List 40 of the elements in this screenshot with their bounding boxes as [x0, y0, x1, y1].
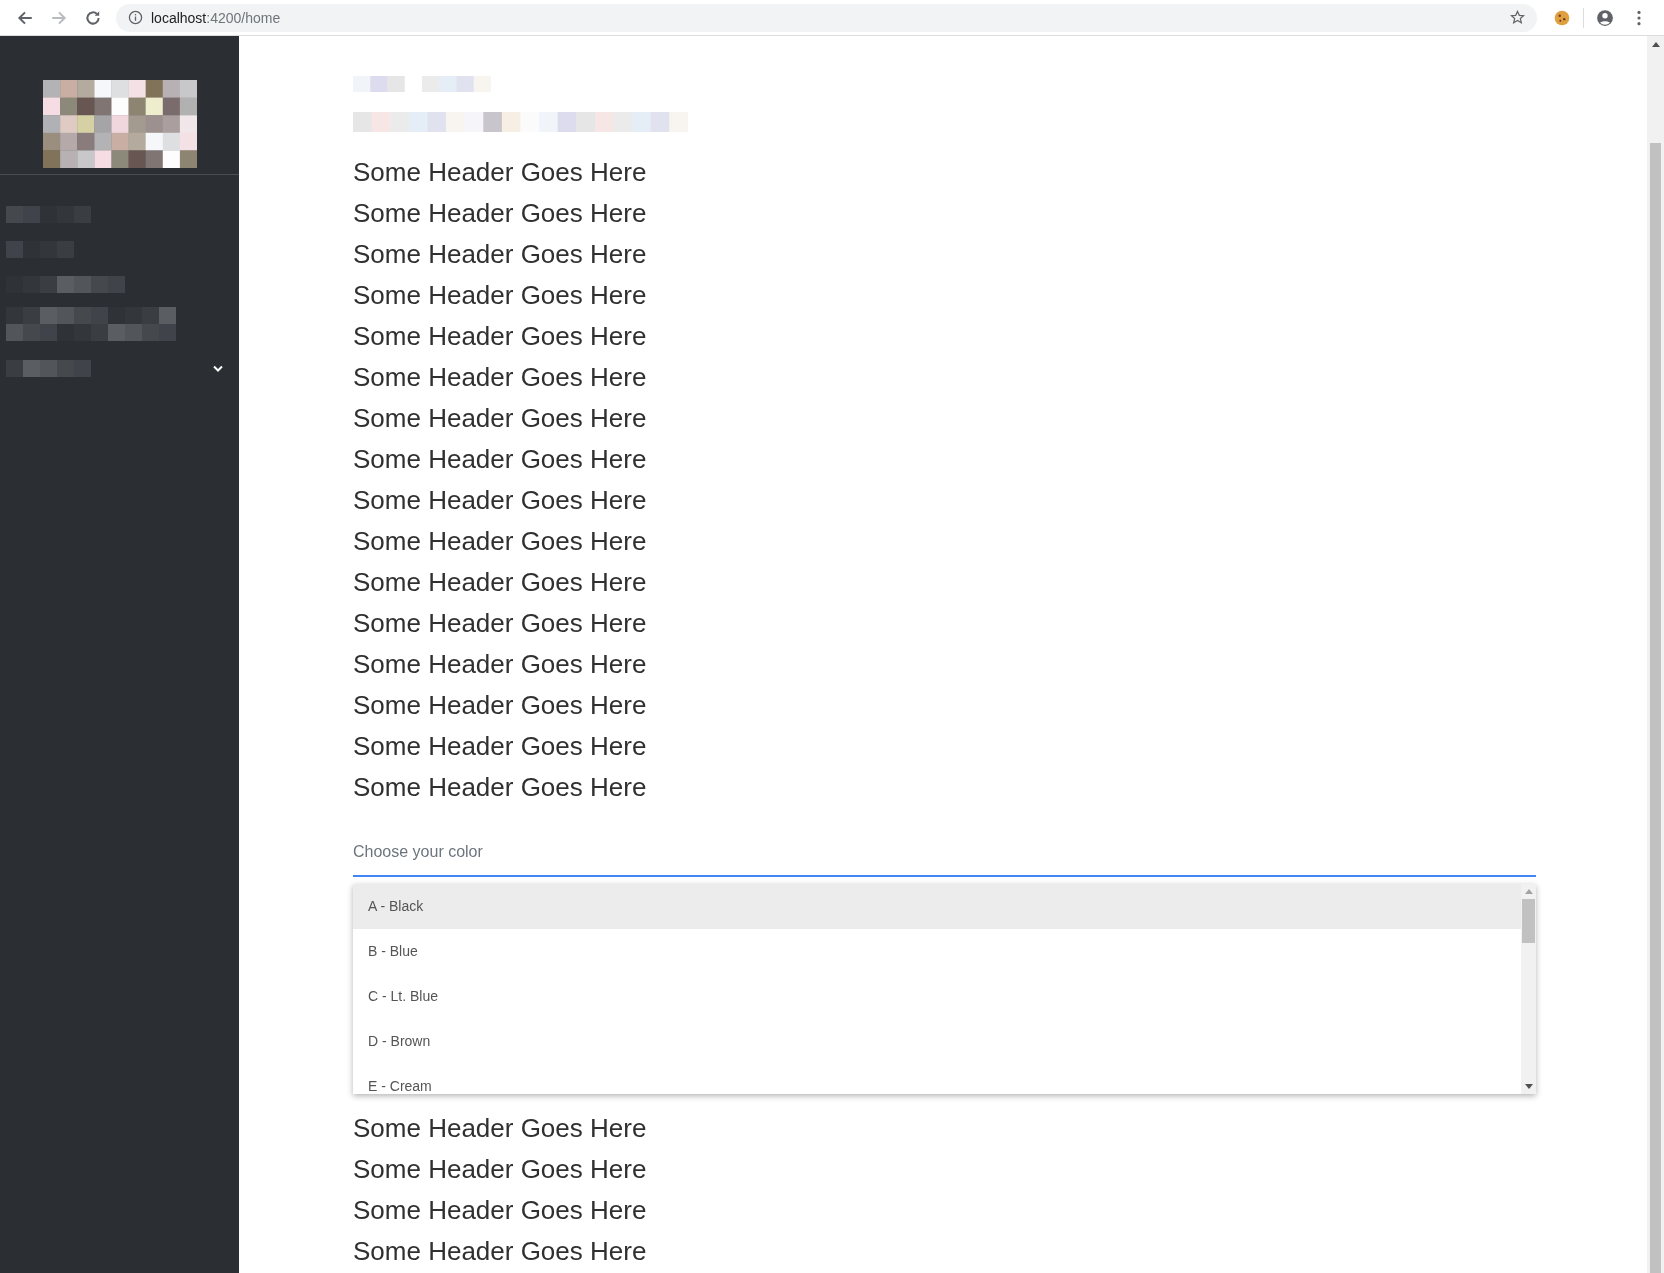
- header-text: Some Header Goes Here: [353, 402, 647, 435]
- account-icon[interactable]: [1596, 8, 1614, 27]
- chevron-down-icon[interactable]: [213, 365, 223, 372]
- cookie-icon[interactable]: [1553, 8, 1571, 27]
- info-icon[interactable]: [128, 10, 143, 25]
- header-text: Some Header Goes Here: [353, 648, 647, 681]
- header-text: Some Header Goes Here: [353, 689, 647, 722]
- star-icon[interactable]: [1510, 10, 1525, 25]
- scrollbar-thumb[interactable]: [1650, 143, 1661, 1273]
- header-text: Some Header Goes Here: [353, 1194, 647, 1227]
- scrollbar[interactable]: [1521, 884, 1536, 1094]
- dropdown-option[interactable]: D - Brown: [353, 1019, 1521, 1064]
- header-text: Some Header Goes Here: [353, 771, 647, 804]
- header-text: Some Header Goes Here: [353, 730, 647, 763]
- reload-icon[interactable]: [84, 8, 102, 27]
- header-text: Some Header Goes Here: [353, 279, 647, 312]
- dropdown-option[interactable]: C - Lt. Blue: [353, 974, 1521, 1019]
- header-text: Some Header Goes Here: [353, 1112, 647, 1145]
- dropdown-option[interactable]: E - Cream: [353, 1064, 1521, 1094]
- header-text: Some Header Goes Here: [353, 197, 647, 230]
- header-text: Some Header Goes Here: [353, 607, 647, 640]
- scroll-up-icon[interactable]: [1651, 42, 1660, 47]
- header-text: Some Header Goes Here: [353, 1235, 647, 1268]
- header-text: Some Header Goes Here: [353, 525, 647, 558]
- address-bar[interactable]: localhost:4200/home: [116, 3, 1537, 32]
- header-text: Some Header Goes Here: [353, 1153, 647, 1186]
- header-text: Some Header Goes Here: [353, 361, 647, 394]
- dropdown-option[interactable]: A - Black: [353, 884, 1521, 929]
- header-text: Some Header Goes Here: [353, 443, 647, 476]
- dropdown-option[interactable]: B - Blue: [353, 929, 1521, 974]
- header-text: Some Header Goes Here: [353, 238, 647, 271]
- header-text: Some Header Goes Here: [353, 320, 647, 353]
- url-text: localhost:4200/home: [151, 9, 282, 26]
- scrollbar-thumb[interactable]: [1522, 899, 1535, 943]
- header-text: Some Header Goes Here: [353, 484, 647, 517]
- scrollbar[interactable]: [1647, 36, 1664, 1273]
- header-text: Some Header Goes Here: [353, 566, 647, 599]
- color-select[interactable]: Choose your color: [353, 808, 1536, 877]
- header-text: Some Header Goes Here: [353, 156, 647, 189]
- scroll-down-icon[interactable]: [1524, 1084, 1533, 1089]
